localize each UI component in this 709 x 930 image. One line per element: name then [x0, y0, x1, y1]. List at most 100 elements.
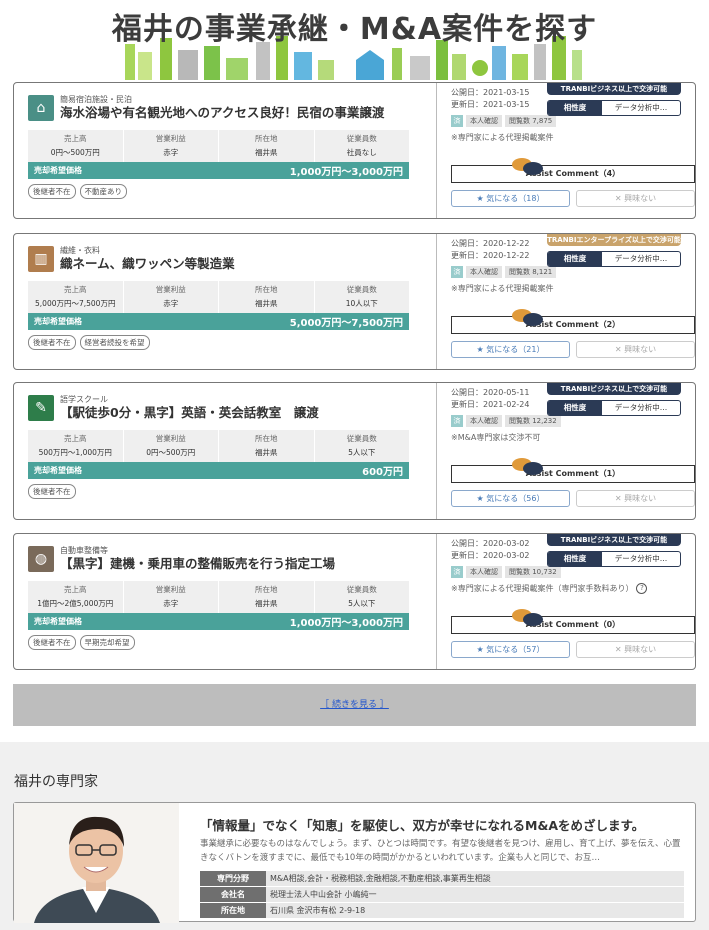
stat-value: 福井県 [255, 599, 278, 608]
verified-label: 本人確認 [466, 566, 502, 578]
info-value: 税理士法人中山会計 小嶋純一 [266, 887, 684, 902]
info-key: 会社名 [200, 887, 266, 902]
listing-title[interactable]: 織ネーム、織ワッペン等製造業 [60, 256, 235, 272]
assist-comment-button[interactable]: Assist Comment（0） [451, 609, 695, 634]
match-value: データ分析中… [614, 254, 668, 263]
listing-card[interactable]: ⌂ 簡易宿泊施設・民泊 海水浴場や有名観光地へのアクセス良好！民宿の事業譲渡 売… [13, 82, 696, 219]
verified-mark: 済 [451, 415, 463, 427]
verified-label: 本人確認 [466, 115, 502, 127]
plan-badge: TRANBIビジネス以上で交渉可能 [547, 383, 681, 395]
not-interested-button[interactable]: ✕ 興味ない [576, 490, 695, 507]
info-value: M&A相談,会計・税務相談,金融相談,不動産相談,事業再生相談 [266, 871, 684, 886]
listing-note: ※専門家による代理掲載案件 [451, 133, 554, 142]
stat-value: 社員なし [346, 148, 377, 157]
price-bar: 売却希望価格 5,000万円〜7,500万円 [28, 313, 409, 330]
tag: 経営者続投を希望 [79, 335, 150, 350]
listing-category: 簡易宿泊施設・民泊 [60, 95, 132, 104]
plan-badge: TRANBIビジネス以上で交渉可能 [547, 534, 681, 546]
favorite-button[interactable]: ★ 気になる（18） [451, 190, 570, 207]
price-label: 売却希望価格 [34, 317, 82, 326]
not-interested-button[interactable]: ✕ 興味ない [576, 190, 695, 207]
stat-value: 福井県 [255, 448, 278, 457]
stat-value: 0円〜500万円 [146, 448, 196, 457]
listing-card[interactable]: ▥ 繊維・衣料 織ネーム、織ワッペン等製造業 売上高 5,000万円〜7,500万… [13, 233, 696, 370]
stat-label: 営業利益 [155, 134, 186, 143]
listing-stats: 売上高 5,000万円〜7,500万円 営業利益 赤字 所在地 福井県 従業員数 10人… [28, 281, 409, 313]
price-bar: 売却希望価格 1,000万円〜3,000万円 [28, 613, 409, 630]
stat-label: 所在地 [255, 585, 278, 594]
match-value: データ分析中… [614, 554, 668, 563]
stat-value: 5,000万円〜7,500万円 [35, 299, 116, 308]
plan-badge: TRANBIエンタープライズ以上で交渉可能 [547, 234, 681, 246]
listing-title[interactable]: 【黒字】建機・乗用車の整備販売を行う指定工場 [60, 556, 335, 572]
view-count: 閲覧数 10,732 [505, 566, 561, 578]
stat-label: 所在地 [255, 434, 278, 443]
stat-value: 0円〜500万円 [50, 148, 100, 157]
chat-bubble-icon [512, 158, 544, 176]
listing-note: ※専門家による代理掲載案件（専門家手数料あり） [451, 584, 634, 593]
info-key: 所在地 [200, 903, 266, 918]
listing-title[interactable]: 【駅徒歩0分・黒字】英語・英会話教室 譲渡 [60, 405, 319, 421]
price-label: 売却希望価格 [34, 466, 82, 475]
price-bar: 売却希望価格 600万円 [28, 462, 409, 479]
globe-icon: ◍ [28, 546, 54, 572]
stat-label: 従業員数 [346, 585, 377, 594]
load-more-link[interactable]: ［ 続きを見る ］ [320, 700, 389, 710]
tag: 後継者不在 [28, 335, 76, 350]
stat-label: 売上高 [64, 585, 87, 594]
not-interested-button[interactable]: ✕ 興味ない [576, 341, 695, 358]
price-value: 1,000万円〜3,000万円 [289, 618, 403, 629]
match-score: 相性度 データ分析中… [547, 400, 681, 416]
listing-stats: 売上高 500万円〜1,000万円 営業利益 0円〜500万円 所在地 福井県 従業員… [28, 430, 409, 462]
stat-label: 営業利益 [155, 585, 186, 594]
stat-value: 赤字 [163, 599, 179, 608]
factory-icon: ▥ [28, 246, 54, 272]
verified-label: 本人確認 [466, 415, 502, 427]
building-icon: ⌂ [28, 95, 54, 121]
expert-headline[interactable]: 「情報量」でなく「知恵」を駆使し、双方が幸せになれるM&Aをめざします。 [200, 815, 644, 834]
view-count: 閲覧数 12,232 [505, 415, 561, 427]
assist-comment-button[interactable]: Assist Comment（2） [451, 309, 695, 334]
match-score: 相性度 データ分析中… [547, 251, 681, 267]
match-label: 相性度 [548, 252, 602, 266]
info-value: 石川県 金沢市有松 2-9-18 [266, 903, 684, 918]
match-label: 相性度 [548, 101, 602, 115]
tag: 早期売却希望 [79, 635, 135, 650]
view-count: 閲覧数 7,875 [505, 115, 557, 127]
assist-comment-button[interactable]: Assist Comment（4） [451, 158, 695, 183]
not-interested-button[interactable]: ✕ 興味ない [576, 641, 695, 658]
assist-comment-button[interactable]: Assist Comment（1） [451, 458, 695, 483]
stat-value: 福井県 [255, 148, 278, 157]
experts-section-title: 福井の専門家 [14, 774, 98, 790]
help-icon[interactable]: ? [636, 583, 648, 594]
listing-stats: 売上高 0円〜500万円 営業利益 赤字 所在地 福井県 従業員数 社員なし [28, 130, 409, 162]
stat-label: 従業員数 [346, 134, 377, 143]
expert-photo [14, 803, 179, 923]
avatar [14, 803, 179, 923]
listing-category: 繊維・衣料 [60, 246, 100, 255]
listing-note: ※M&A専門家は交渉不可 [451, 433, 541, 442]
match-label: 相性度 [548, 552, 602, 566]
tag: 後継者不在 [28, 635, 76, 650]
stat-label: 営業利益 [155, 285, 186, 294]
match-label: 相性度 [548, 401, 602, 415]
listing-category: 語学スクール [60, 395, 108, 404]
expert-card[interactable]: 「情報量」でなく「知恵」を駆使し、双方が幸せになれるM&Aをめざします。 事業継… [13, 802, 696, 923]
favorite-button[interactable]: ★ 気になる（56） [451, 490, 570, 507]
verified-mark: 済 [451, 115, 463, 127]
plan-badge: TRANBIビジネス以上で交渉可能 [547, 83, 681, 95]
listing-card[interactable]: ✎ 語学スクール 【駅徒歩0分・黒字】英語・英会話教室 譲渡 売上高 500万円〜… [13, 382, 696, 520]
expert-info-table: 専門分野 M&A相談,会計・税務相談,金融相談,不動産相談,事業再生相談 会社名税… [200, 871, 684, 919]
stat-label: 所在地 [255, 285, 278, 294]
favorite-button[interactable]: ★ 気になる（21） [451, 341, 570, 358]
price-value: 5,000万円〜7,500万円 [289, 318, 403, 329]
verified-mark: 済 [451, 266, 463, 278]
listing-card[interactable]: ◍ 自動車整備等 【黒字】建機・乗用車の整備販売を行う指定工場 売上高 1億円〜2… [13, 533, 696, 670]
expert-description: 事業継承に必要なものはなんでしょう。まず、ひとつは時間です。有望な後継者を見つけ… [200, 839, 681, 863]
pencil-icon: ✎ [28, 395, 54, 421]
verified-label: 本人確認 [466, 266, 502, 278]
listing-title[interactable]: 海水浴場や有名観光地へのアクセス良好！民宿の事業譲渡 [60, 105, 384, 121]
stat-value: 5人以下 [348, 599, 376, 608]
favorite-button[interactable]: ★ 気になる（57） [451, 641, 570, 658]
match-score: 相性度 データ分析中… [547, 100, 681, 116]
